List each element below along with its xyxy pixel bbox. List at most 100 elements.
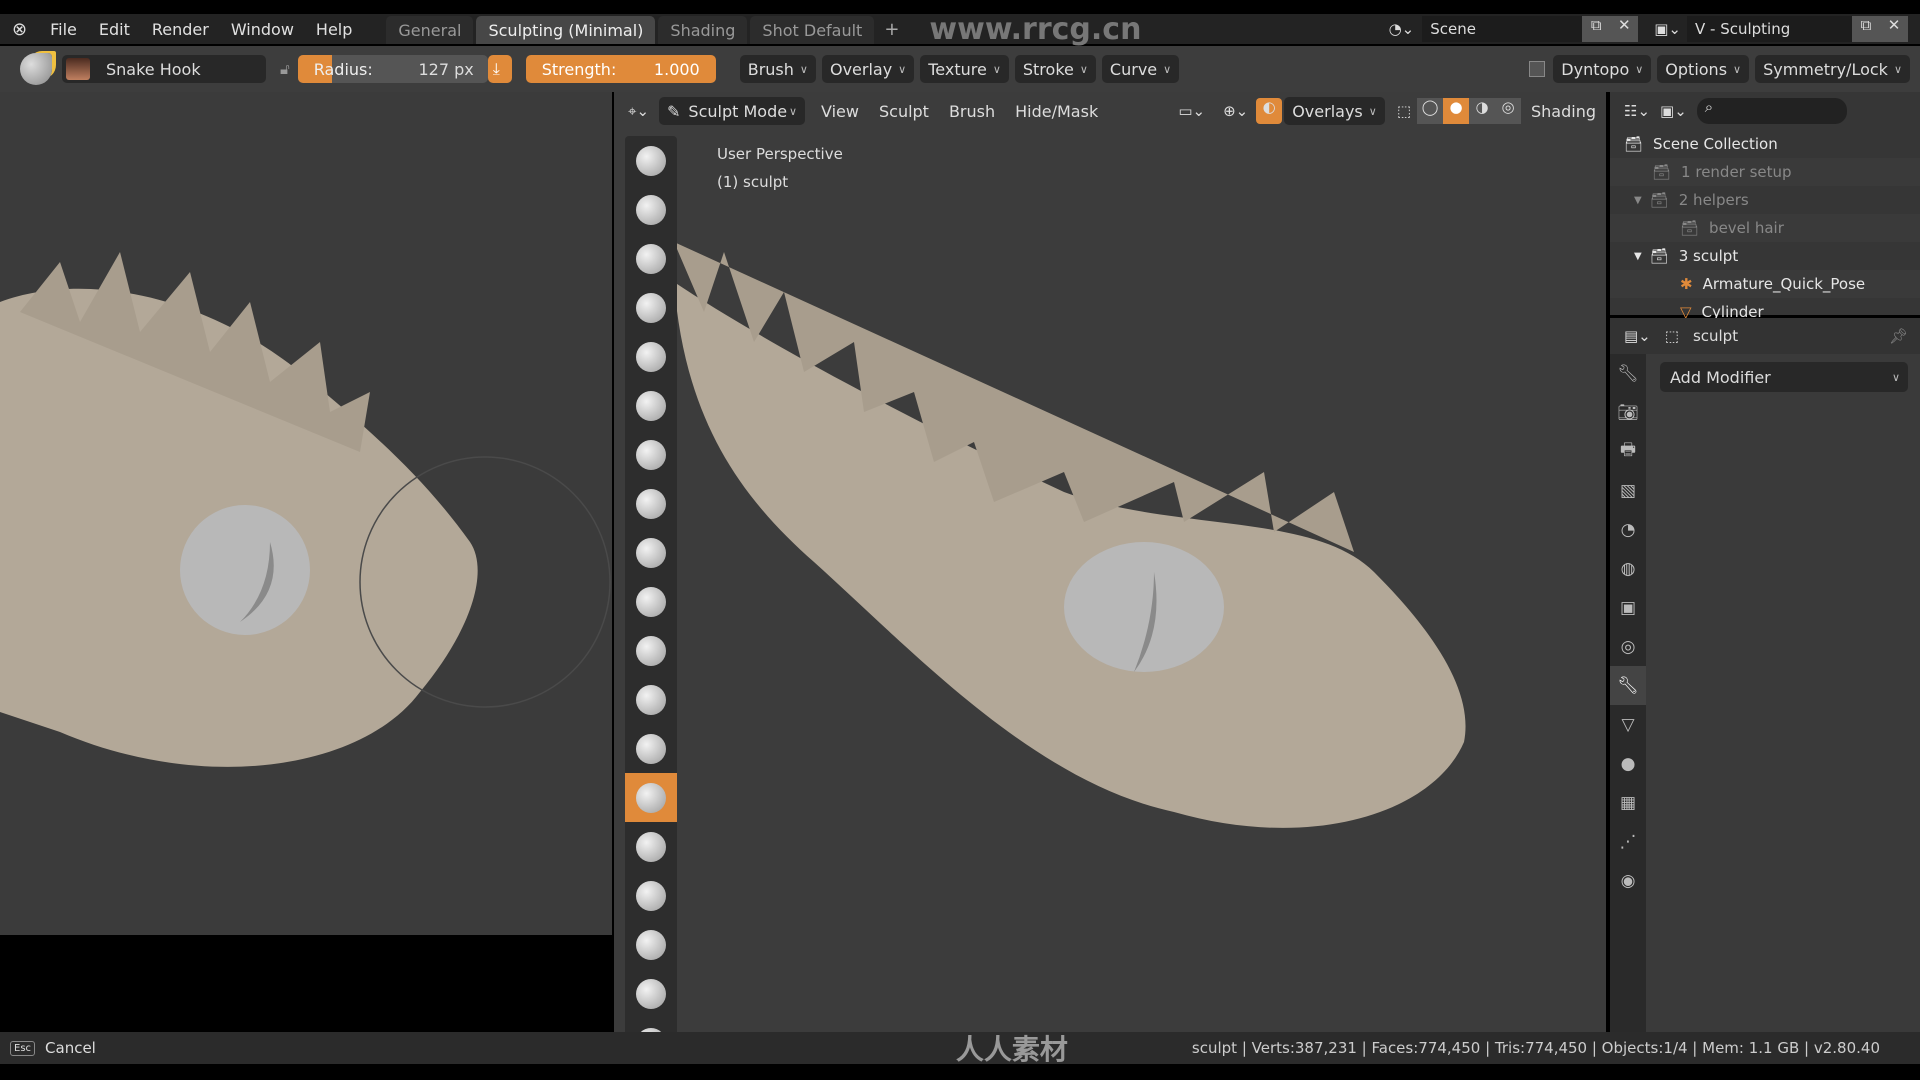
sculpt-tool-6[interactable] [625,430,677,479]
shading-solid-icon[interactable]: ● [1443,98,1469,124]
overlay-menu[interactable]: Overlay ∨ [821,55,915,83]
tab-world-icon[interactable]: ◍ [1610,549,1646,588]
options-menu[interactable]: Options ∨ [1657,55,1750,83]
menu-sculpt[interactable]: Sculpt [869,102,939,121]
tab-object-icon[interactable]: ▣ [1610,588,1646,627]
menu-help[interactable]: Help [305,20,363,39]
sculpt-tool-16[interactable] [625,920,677,969]
pin-icon[interactable]: 📌︎ [1889,327,1908,345]
tab-data-icon[interactable]: ▽ [1610,705,1646,744]
delete-scene-icon[interactable]: ✕ [1610,16,1639,42]
expand-arrow-icon[interactable]: ▼ [1634,251,1642,262]
outliner-item[interactable]: ▼ 🗃︎ 3 sculpt [1610,242,1920,270]
shading-material-icon[interactable]: ◑ [1469,98,1495,124]
radius-lock-icon[interactable]: 🔓︎ [272,60,298,78]
delete-view-layer-icon[interactable]: ✕ [1880,16,1908,42]
new-view-layer-icon[interactable]: ⧉ [1852,16,1880,42]
menu-hide-mask[interactable]: Hide/Mask [1005,102,1108,121]
editor-type-icon[interactable]: ⌖⌄ [628,102,659,120]
tab-shot-default[interactable]: Shot Default [750,16,875,44]
outliner-item[interactable]: ▼ 🗃︎ 2 helpers [1610,186,1920,214]
shading-menu[interactable]: Shading [1521,102,1606,121]
sculpt-tool-14[interactable] [625,822,677,871]
properties-object-name: sculpt [1692,327,1739,345]
tab-texture-icon[interactable]: ▦ [1610,783,1646,822]
sculpt-tool-5[interactable] [625,381,677,430]
shading-rendered-icon[interactable]: ◎ [1495,98,1521,124]
radius-slider[interactable]: Radius: 127 px [297,55,488,83]
view-layer-icon[interactable]: ▣⌄ [1648,20,1687,38]
sculpt-tool-13[interactable] [625,773,677,822]
tab-modifier-icon[interactable]: 🔧︎ [1610,666,1646,705]
outliner-display-mode-icon[interactable]: ☷⌄ [1624,102,1650,120]
sculpt-tool-18[interactable] [625,1018,677,1032]
main-3d-viewport[interactable]: ⌖⌄ ✎ Sculpt Mode ∨ View Sculpt Brush Hide/… [614,92,1606,1032]
tab-particles-icon[interactable]: ⋰ [1610,822,1646,861]
tab-scene-icon[interactable]: ◔ [1610,510,1646,549]
tab-physics-icon[interactable]: ◉ [1610,861,1646,900]
sculpt-tool-7[interactable] [625,479,677,528]
tab-tool-icon[interactable]: 🔧︎ [1610,354,1646,393]
tab-view-layer-icon[interactable]: ▧ [1610,471,1646,510]
radius-pressure-icon[interactable]: ⤓ [487,55,512,83]
tab-shading[interactable]: Shading [658,16,748,44]
xray-icon[interactable]: ⬚ [1391,102,1417,120]
expand-arrow-icon[interactable]: ▼ [1634,195,1642,206]
menu-view[interactable]: View [811,102,869,121]
sculpt-tool-11[interactable] [625,675,677,724]
sculpt-tool-3[interactable] [625,283,677,332]
sculpt-tool-0[interactable] [625,136,677,185]
curve-menu[interactable]: Curve ∨ [1101,55,1180,83]
menu-window[interactable]: Window [220,20,305,39]
blender-logo-icon[interactable]: ⊗ [0,19,39,40]
menu-render[interactable]: Render [141,20,220,39]
outliner-item[interactable]: 🗃︎ Scene Collection [1610,130,1920,158]
outliner-item[interactable]: 🗃︎ 1 render setup [1610,158,1920,186]
new-scene-icon[interactable]: ⧉ [1582,16,1611,42]
sculpt-tool-17[interactable] [625,969,677,1018]
sculpt-tool-2[interactable] [625,234,677,283]
sculpt-tool-9[interactable] [625,577,677,626]
outliner-item[interactable]: 🗃︎ bevel hair [1610,214,1920,242]
scene-name-field[interactable]: Scene [1422,16,1583,42]
menu-edit[interactable]: Edit [88,20,141,39]
tab-general[interactable]: General [386,16,474,44]
sculpt-tool-15[interactable] [625,871,677,920]
view-layer-field[interactable]: V - Sculpting [1687,16,1852,42]
menu-brush[interactable]: Brush [939,102,1005,121]
dyntopo-checkbox[interactable] [1529,61,1546,77]
add-workspace-button[interactable]: + [874,19,909,40]
gizmo-icon[interactable]: ⊕⌄ [1215,102,1256,120]
shading-wireframe-icon[interactable]: ◯ [1417,98,1443,124]
texture-menu[interactable]: Texture ∨ [920,55,1009,83]
overlays-menu[interactable]: Overlays ∨ [1284,97,1385,125]
outliner-filter-icon[interactable]: ▣⌄ [1660,102,1687,120]
overlays-toggle-icon[interactable]: ◐ [1256,98,1283,124]
tab-output-icon[interactable]: 🖶 [1610,432,1646,471]
sculpt-tool-4[interactable] [625,332,677,381]
stroke-menu[interactable]: Stroke ∨ [1014,55,1096,83]
sculpt-tool-10[interactable] [625,626,677,675]
view-object-types-icon[interactable]: ▭⌄ [1168,102,1215,120]
sculpt-tool-1[interactable] [625,185,677,234]
outliner-search-input[interactable]: ⌕ [1696,98,1847,124]
tab-material-icon[interactable]: ● [1610,744,1646,783]
sculpt-tool-12[interactable] [625,724,677,773]
dyntopo-menu[interactable]: Dyntopo ∨ [1553,55,1652,83]
brush-selector[interactable]: Snake Hook [62,55,266,83]
brush-mode-icon[interactable] [20,53,52,85]
brush-menu[interactable]: Brush ∨ [739,55,816,83]
symmetry-lock-menu[interactable]: Symmetry/Lock ∨ [1755,55,1910,83]
sculpt-tool-8[interactable] [625,528,677,577]
outliner-item[interactable]: ✱ Armature_Quick_Pose [1610,270,1920,298]
add-modifier-dropdown[interactable]: Add Modifier ∨ [1660,362,1908,392]
tab-render-icon[interactable]: 📷︎ [1610,393,1646,432]
tab-sculpting-minimal[interactable]: Sculpting (Minimal) [476,16,656,44]
menu-file[interactable]: File [39,20,88,39]
tab-constraints-icon[interactable]: ◎ [1610,627,1646,666]
mode-selector[interactable]: ✎ Sculpt Mode ∨ [659,97,806,125]
strength-slider[interactable]: Strength: 1.000 [525,55,716,83]
secondary-viewport[interactable] [0,92,612,935]
properties-editor-type-icon[interactable]: ▤⌄ [1624,327,1651,345]
scene-selector-icon[interactable]: ◔⌄ [1381,20,1423,38]
